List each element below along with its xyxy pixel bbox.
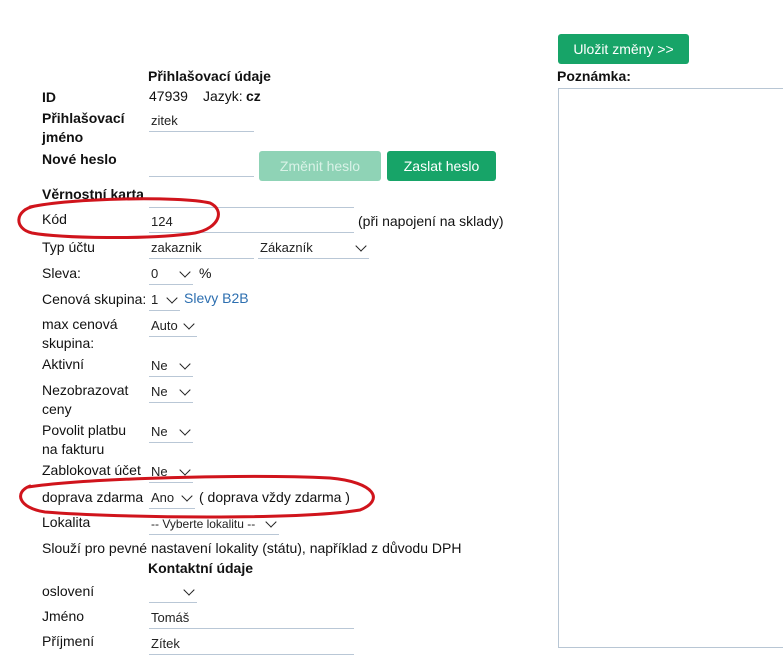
note-label: Poznámka:: [557, 68, 631, 84]
block-account-select[interactable]: Ne: [149, 461, 193, 483]
price-group-link[interactable]: Slevy B2B: [184, 290, 249, 306]
locality-label: Lokalita: [42, 514, 91, 530]
active-label: Aktivní: [42, 356, 85, 372]
max-price-group-select[interactable]: Auto: [149, 315, 197, 337]
discount-select-value: 0: [151, 266, 159, 281]
chevron-down-icon: [179, 358, 191, 370]
salutation-label: oslovení: [42, 583, 95, 599]
account-type-select-value: Zákazník: [260, 240, 313, 255]
discount-unit: %: [199, 265, 212, 281]
chevron-down-icon: [183, 318, 195, 330]
first-name-input[interactable]: Tomáš: [149, 607, 354, 629]
chevron-down-icon: [179, 464, 191, 476]
hide-prices-label-line2: ceny: [42, 401, 72, 417]
account-type-select[interactable]: Zákazník: [258, 237, 369, 259]
loyalty-card-label: Věrnostní karta: [42, 186, 144, 202]
hide-prices-select[interactable]: Ne: [149, 381, 193, 403]
free-shipping-select[interactable]: Ano: [149, 487, 195, 509]
free-shipping-hint: ( doprava vždy zdarma ): [199, 489, 350, 505]
new-password-label: Nové heslo: [42, 151, 117, 167]
account-type-label: Typ účtu: [42, 239, 95, 255]
price-group-label: Cenová skupina:: [42, 291, 147, 307]
chevron-down-icon: [179, 266, 191, 278]
last-name-label: Příjmení: [42, 633, 95, 649]
salutation-select[interactable]: [149, 581, 197, 603]
save-changes-button[interactable]: Uložit změny >>: [558, 34, 689, 64]
username-label-line2: jméno: [42, 129, 84, 145]
max-price-group-label-line2: skupina:: [42, 335, 95, 351]
active-select[interactable]: Ne: [149, 355, 193, 377]
chevron-down-icon: [265, 516, 277, 528]
username-input[interactable]: zitek: [149, 110, 254, 132]
discount-select[interactable]: 0: [149, 263, 193, 285]
invoice-payment-label-line2: na fakturu: [42, 441, 105, 457]
send-password-button[interactable]: Zaslat heslo: [387, 151, 496, 181]
free-shipping-select-value: Ano: [151, 490, 175, 505]
block-account-label: Zablokovat účet: [42, 462, 141, 478]
invoice-payment-select-value: Ne: [151, 424, 168, 439]
chevron-down-icon: [179, 384, 191, 396]
login-section-heading: Přihlašovací údaje: [148, 68, 271, 84]
code-input[interactable]: 124: [149, 211, 354, 233]
chevron-down-icon: [166, 292, 178, 304]
locality-select-value: -- Vyberte lokalitu --: [151, 517, 256, 531]
username-label-line1: Přihlašovací: [42, 110, 125, 126]
price-group-select[interactable]: 1: [149, 289, 180, 311]
code-label: Kód: [42, 211, 67, 227]
last-name-input[interactable]: Zítek: [149, 633, 354, 655]
hide-prices-select-value: Ne: [151, 384, 168, 399]
block-account-select-value: Ne: [151, 464, 168, 479]
id-label: ID: [42, 89, 56, 105]
chevron-down-icon: [181, 490, 193, 502]
code-hint: (při napojení na sklady): [358, 213, 504, 229]
new-password-input[interactable]: [149, 155, 254, 177]
hide-prices-label-line1: Nezobrazovat: [42, 382, 129, 398]
first-name-label: Jméno: [42, 608, 85, 624]
price-group-select-value: 1: [151, 292, 159, 307]
invoice-payment-select[interactable]: Ne: [149, 421, 193, 443]
id-value: 47939: [149, 88, 188, 104]
account-type-input[interactable]: zakaznik: [149, 237, 254, 259]
contact-section-heading: Kontaktní údaje: [148, 560, 254, 576]
change-password-button[interactable]: Změnit heslo: [259, 151, 381, 181]
chevron-down-icon: [183, 584, 195, 596]
active-select-value: Ne: [151, 358, 168, 373]
language-label: Jazyk:: [203, 88, 243, 104]
max-price-group-label-line1: max cenová: [42, 316, 118, 332]
note-textarea[interactable]: [558, 88, 783, 648]
locality-select[interactable]: -- Vyberte lokalitu --: [149, 513, 279, 535]
discount-label: Sleva:: [42, 265, 81, 281]
free-shipping-label: doprava zdarma: [42, 489, 144, 505]
loyalty-card-input[interactable]: [149, 186, 354, 208]
max-price-group-select-value: Auto: [151, 318, 178, 333]
chevron-down-icon: [179, 424, 191, 436]
language-value: cz: [246, 88, 261, 104]
invoice-payment-label-line1: Povolit platbu: [42, 422, 127, 438]
locality-help: Slouží pro pevné nastavení lokality (stá…: [42, 540, 462, 556]
chevron-down-icon: [355, 240, 367, 252]
